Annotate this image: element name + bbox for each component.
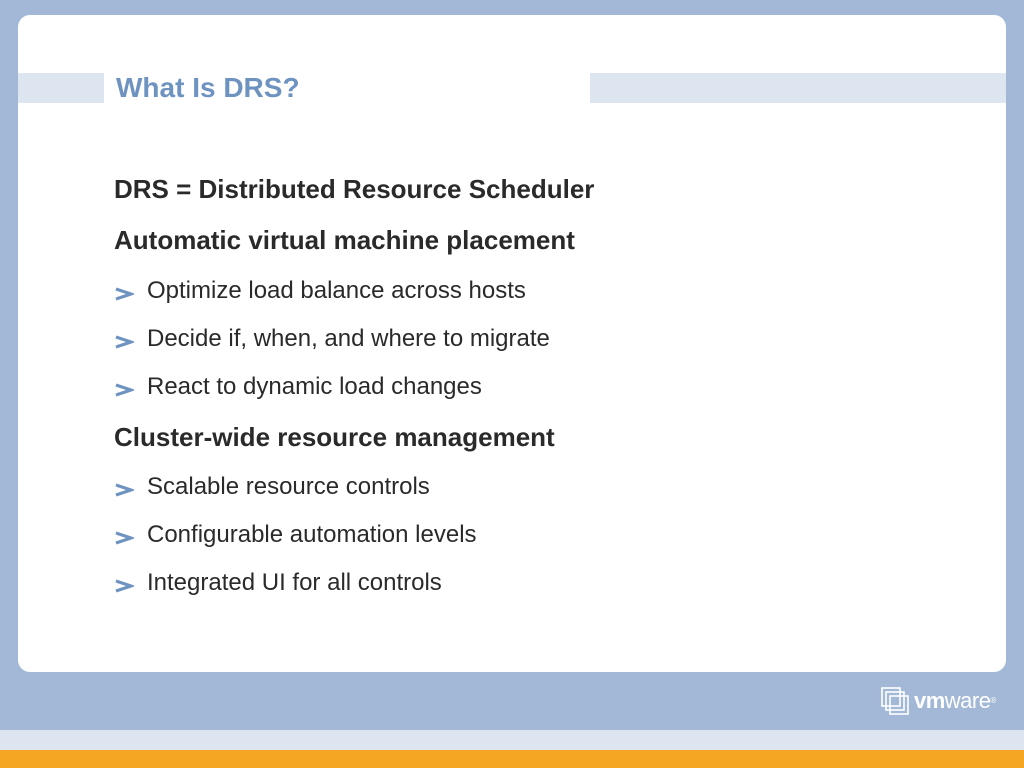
footer-stripe-orange: [0, 750, 1024, 768]
bullet-text: Integrated UI for all controls: [147, 569, 442, 596]
bullet-item-level1: Cluster-wide resource management: [114, 422, 974, 452]
chevron-right-icon: [115, 287, 134, 301]
bullet-item-level2: React to dynamic load changes: [114, 373, 974, 401]
vmware-logo: vmware®: [880, 686, 996, 716]
bullet-text: Optimize load balance across hosts: [147, 277, 526, 304]
slide-title: What Is DRS?: [116, 72, 300, 103]
bullet-text: React to dynamic load changes: [147, 373, 482, 400]
bullet-item-level2: Configurable automation levels: [114, 521, 974, 549]
bullet-item-level2: Scalable resource controls: [114, 473, 974, 501]
title-band-left: [18, 73, 104, 103]
bullet-item-level1: Automatic virtual machine placement: [114, 225, 974, 255]
bullet-text: DRS = Distributed Resource Scheduler: [114, 174, 595, 204]
title-band-right: [590, 73, 1006, 103]
bullet-item-level2: Decide if, when, and where to migrate: [114, 325, 974, 353]
bullet-item-level1: DRS = Distributed Resource Scheduler: [114, 174, 974, 204]
bullet-text: Scalable resource controls: [147, 473, 430, 500]
chevron-right-icon: [115, 335, 134, 349]
vmware-logo-text: vmware®: [914, 688, 996, 713]
bullet-item-level2: Optimize load balance across hosts: [114, 277, 974, 305]
chevron-right-icon: [115, 579, 134, 593]
chevron-right-icon: [115, 483, 134, 497]
footer-stripe-light: [0, 730, 1024, 750]
bullet-text: Automatic virtual machine placement: [114, 225, 575, 255]
bullet-text: Cluster-wide resource management: [114, 422, 555, 452]
bullet-item-level2: Integrated UI for all controls: [114, 569, 974, 597]
bullet-text: Configurable automation levels: [147, 521, 477, 548]
bullet-text: Decide if, when, and where to migrate: [147, 325, 550, 352]
chevron-right-icon: [115, 531, 134, 545]
chevron-right-icon: [115, 383, 134, 397]
vmware-logo-mark-icon: [881, 687, 909, 715]
bullet-list: DRS = Distributed Resource Scheduler Aut…: [114, 174, 974, 597]
